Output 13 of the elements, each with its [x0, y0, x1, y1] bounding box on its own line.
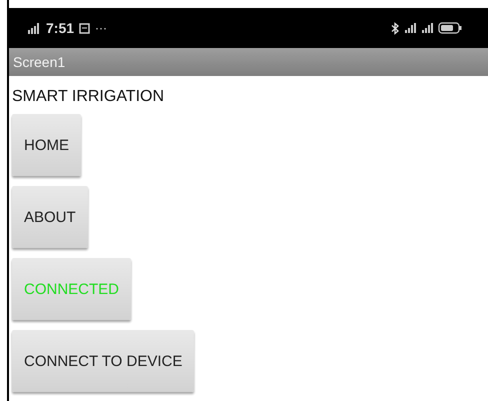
- menu-button[interactable]: ABOUT: [12, 186, 88, 248]
- menu-button[interactable]: HOME: [12, 114, 81, 176]
- clock-time: 7:51: [46, 20, 74, 36]
- screen-title: Screen1: [13, 54, 66, 70]
- bluetooth-icon: [391, 22, 399, 34]
- more-notifications: ···: [95, 21, 108, 35]
- signal-icon: [27, 21, 41, 35]
- signal-icon: [404, 22, 416, 34]
- app-heading: SMART IRRIGATION: [12, 88, 164, 106]
- menu-button[interactable]: CONNECT TO DEVICE: [12, 330, 194, 392]
- battery-icon: [438, 22, 462, 34]
- notification-icon: [79, 22, 90, 34]
- signal-icon: [421, 22, 433, 34]
